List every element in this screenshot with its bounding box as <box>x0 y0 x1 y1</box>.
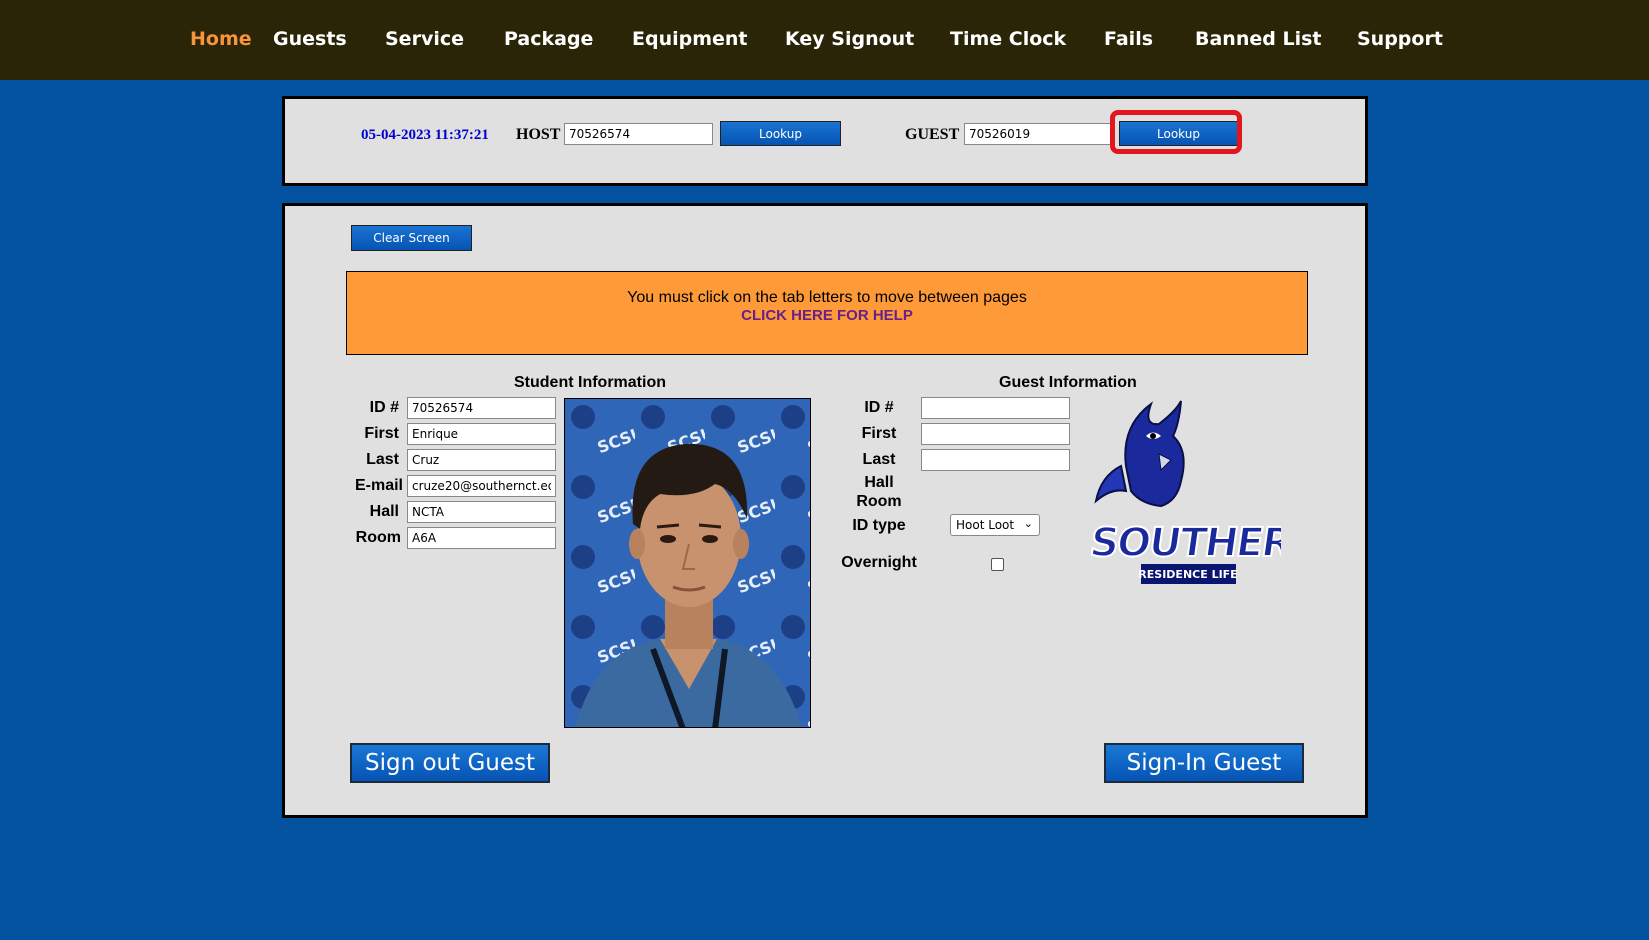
guest-room-label: Room <box>856 493 902 510</box>
help-link[interactable]: CLICK HERE FOR HELP <box>347 307 1307 324</box>
guest-id-field[interactable] <box>921 397 1070 419</box>
guest-info-title: Guest Information <box>999 374 1137 391</box>
overnight-checkbox[interactable] <box>991 558 1004 571</box>
student-email-label: E-mail <box>354 477 403 494</box>
host-label: HOST <box>516 126 561 143</box>
logo-brand-text: SOUTHERN <box>1087 520 1281 566</box>
student-info-title: Student Information <box>514 374 666 391</box>
sign-in-guest-button[interactable]: Sign-In Guest <box>1104 743 1304 783</box>
guest-id-label: ID # <box>864 399 894 416</box>
student-id-field[interactable] <box>407 397 556 419</box>
guest-lookup-button[interactable]: Lookup <box>1119 121 1238 146</box>
guest-last-label: Last <box>862 451 896 468</box>
student-photo: SCSU <box>564 398 811 728</box>
nav-support[interactable]: Support <box>1357 28 1443 50</box>
notice-message: You must click on the tab letters to mov… <box>627 289 1027 306</box>
southern-residence-life-logo: SOUTHERN RESIDENCE LIFE <box>1081 396 1326 596</box>
nav-fails[interactable]: Fails <box>1104 28 1153 50</box>
chevron-down-icon: ⌄ <box>1023 517 1033 530</box>
notice-banner: You must click on the tab letters to mov… <box>346 271 1308 355</box>
student-room-field[interactable] <box>407 527 556 549</box>
nav-banned-list[interactable]: Banned List <box>1195 28 1321 50</box>
top-navigation: Home Guests Service Package Equipment Ke… <box>0 0 1649 80</box>
nav-home[interactable]: Home <box>190 28 252 50</box>
guest-label: GUEST <box>905 126 960 143</box>
overnight-label: Overnight <box>841 554 917 571</box>
clear-screen-button[interactable]: Clear Screen <box>351 225 472 251</box>
nav-package[interactable]: Package <box>504 28 593 50</box>
nav-guests[interactable]: Guests <box>273 28 347 50</box>
id-type-select[interactable]: Hoot Loot ⌄ <box>950 514 1040 536</box>
student-id-label: ID # <box>369 399 399 416</box>
host-lookup-button[interactable]: Lookup <box>720 121 841 146</box>
guest-first-label: First <box>861 425 897 442</box>
current-datetime: 05-04-2023 11:37:21 <box>361 127 489 143</box>
host-id-input[interactable] <box>564 123 713 145</box>
student-hall-field[interactable] <box>407 501 556 523</box>
guest-last-field[interactable] <box>921 449 1070 471</box>
guest-id-input[interactable] <box>964 123 1111 145</box>
nav-key-signout[interactable]: Key Signout <box>785 28 914 50</box>
id-type-selected: Hoot Loot <box>956 518 1015 532</box>
id-type-label: ID type <box>852 517 906 534</box>
logo-sub-text: RESIDENCE LIFE <box>1138 568 1237 581</box>
nav-service[interactable]: Service <box>385 28 464 50</box>
student-last-label: Last <box>366 451 399 468</box>
sign-out-guest-button[interactable]: Sign out Guest <box>350 743 550 783</box>
guest-first-field[interactable] <box>921 423 1070 445</box>
student-room-label: Room <box>355 529 401 546</box>
student-email-field[interactable] <box>407 475 556 497</box>
nav-time-clock[interactable]: Time Clock <box>950 28 1066 50</box>
lookup-panel: 05-04-2023 11:37:21 HOST Lookup GUEST Lo… <box>282 96 1368 186</box>
student-first-label: First <box>364 425 399 442</box>
student-hall-label: Hall <box>369 503 399 520</box>
nav-equipment[interactable]: Equipment <box>632 28 748 50</box>
student-first-field[interactable] <box>407 423 556 445</box>
main-panel: Clear Screen You must click on the tab l… <box>282 203 1368 818</box>
student-last-field[interactable] <box>407 449 556 471</box>
guest-hall-label: Hall <box>864 474 894 491</box>
